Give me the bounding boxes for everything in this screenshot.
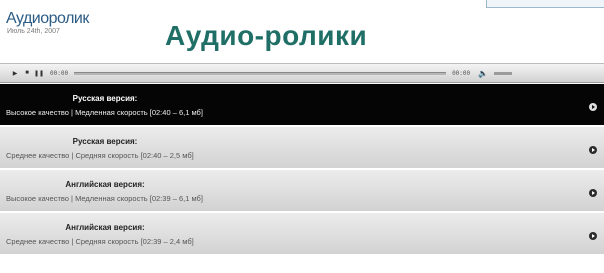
header: Аудиоролик Июль 24th, 2007 Аудио-ролики <box>0 0 604 60</box>
top-right-box <box>486 0 604 8</box>
list-item[interactable]: Русская версия: Высокое качество | Медле… <box>0 84 604 127</box>
time-total: 00:00 <box>452 69 471 77</box>
stop-icon[interactable]: ■ <box>22 66 32 80</box>
page-title: Аудио-ролики <box>165 20 368 51</box>
play-circle-icon[interactable] <box>589 146 597 154</box>
item-description: Высокое качество | Медленная скорость [0… <box>6 108 203 117</box>
brand-title: Аудиоролик <box>6 10 89 27</box>
audio-list: Русская версия: Высокое качество | Медле… <box>0 84 604 256</box>
time-current: 00:00 <box>50 69 69 77</box>
volume-icon[interactable]: 🔈 <box>478 69 488 78</box>
play-circle-icon[interactable] <box>589 103 597 111</box>
play-icon[interactable]: ▶ <box>10 66 20 80</box>
pause-icon[interactable]: ❚❚ <box>34 66 44 80</box>
play-circle-icon[interactable] <box>589 189 597 197</box>
list-item[interactable]: Английская версия: Среднее качество | Ср… <box>0 213 604 256</box>
item-description: Высокое качество | Медленная скорость [0… <box>6 194 203 203</box>
audio-player: ▶ ■ ❚❚ 00:00 00:00 🔈 <box>0 63 604 83</box>
brand[interactable]: Аудиоролик Июль 24th, 2007 <box>6 10 89 36</box>
list-item[interactable]: Английская версия: Высокое качество | Ме… <box>0 170 604 213</box>
item-title: Русская версия: <box>72 94 138 103</box>
item-title: Русская версия: <box>72 137 138 146</box>
volume-slider[interactable] <box>494 71 513 75</box>
item-title: Английская версия: <box>65 180 145 189</box>
brand-date: Июль 24th, 2007 <box>7 28 60 35</box>
item-title: Английская версия: <box>65 223 145 232</box>
item-description: Среднее качество | Средняя скорость [02:… <box>6 151 194 160</box>
seek-bar[interactable] <box>74 71 447 75</box>
item-description: Среднее качество | Средняя скорость [02:… <box>6 237 194 246</box>
play-circle-icon[interactable] <box>589 232 597 240</box>
list-item[interactable]: Русская версия: Среднее качество | Средн… <box>0 127 604 170</box>
